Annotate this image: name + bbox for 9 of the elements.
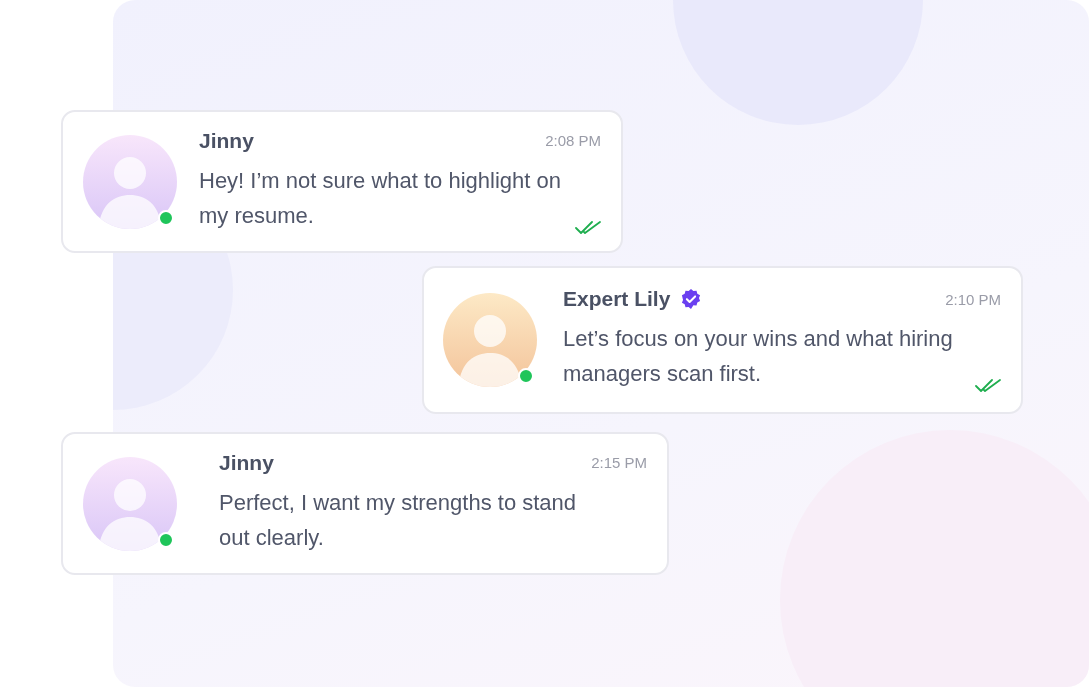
message-time: 2:08 PM	[545, 132, 601, 149]
sender-name: Expert Lily	[563, 287, 671, 311]
message-time: 2:10 PM	[945, 290, 1001, 308]
sender-name: Jinny	[199, 128, 254, 153]
message-text: Perfect, I want my strengths to stand out clearly.	[219, 488, 578, 552]
message-time: 2:15 PM	[591, 454, 647, 471]
sender-name: Jinny	[219, 450, 274, 475]
message-text: Let’s focus on your wins and what hiring managers scan first.	[563, 325, 954, 388]
message-text: Hey! I’m not sure what to highlight on my resume.	[199, 166, 562, 230]
